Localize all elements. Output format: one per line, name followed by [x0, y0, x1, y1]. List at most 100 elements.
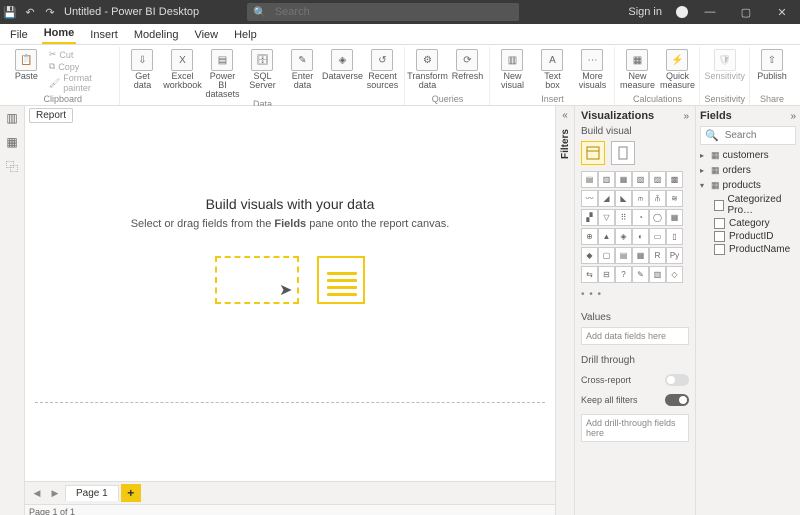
page-tab-1[interactable]: Page 1 [65, 485, 119, 501]
filters-pane-collapsed[interactable]: « Filters [555, 106, 574, 515]
get-data-button[interactable]: ⇩Get data [124, 49, 160, 90]
cross-report-toggle[interactable] [665, 374, 689, 386]
viz-stacked-bar-icon[interactable]: ▤ [581, 171, 598, 188]
tab-view[interactable]: View [192, 27, 220, 44]
powerbi-datasets-button[interactable]: ▤Power BI datasets [204, 49, 240, 99]
data-view-icon[interactable]: ▦ [4, 134, 20, 150]
viz-donut-icon[interactable]: ◯ [649, 209, 666, 226]
viz-more-icon[interactable]: • • • [581, 287, 689, 302]
format-painter-button[interactable]: 🖌Format painter [49, 73, 116, 93]
viz-decomposition-icon[interactable]: ⊟ [598, 266, 615, 283]
viz-qa-icon[interactable]: ? [615, 266, 632, 283]
publish-button[interactable]: ⇧Publish [754, 49, 790, 81]
viz-funnel-icon[interactable]: ▽ [598, 209, 615, 226]
build-visual-tab[interactable] [581, 141, 605, 165]
sql-server-button[interactable]: 🗄SQL Server [244, 49, 280, 90]
global-search-input[interactable] [273, 5, 513, 19]
keep-filters-toggle[interactable] [665, 394, 689, 406]
tab-file[interactable]: File [8, 27, 30, 44]
viz-gauge-icon[interactable]: ◐ [632, 228, 649, 245]
new-visual-button[interactable]: ▥New visual [494, 49, 530, 90]
chevron-right-icon[interactable]: » [790, 111, 796, 122]
table-customers[interactable]: ▸▦customers [700, 149, 796, 162]
tab-insert[interactable]: Insert [88, 27, 120, 44]
viz-scatter-icon[interactable]: ⠿ [615, 209, 632, 226]
viz-waterfall-icon[interactable]: ▞ [581, 209, 598, 226]
checkbox[interactable] [714, 244, 725, 255]
sensitivity-button[interactable]: 🛡Sensitivity [707, 49, 743, 81]
new-measure-button[interactable]: ▦New measure [619, 49, 655, 90]
viz-100-column-icon[interactable]: ▩ [666, 171, 683, 188]
checkbox[interactable] [714, 200, 724, 211]
viz-clustered-bar-icon[interactable]: ▦ [615, 171, 632, 188]
table-products[interactable]: ▾▦products [700, 179, 796, 192]
enter-data-button[interactable]: ✎Enter data [284, 49, 320, 90]
avatar[interactable] [676, 6, 688, 18]
viz-pie-icon[interactable]: ◔ [632, 209, 649, 226]
viz-multi-card-icon[interactable]: ▯ [666, 228, 683, 245]
viz-ribbon-icon[interactable]: ≋ [666, 190, 683, 207]
viz-powerapps-icon[interactable]: ◇ [666, 266, 683, 283]
viz-matrix-icon[interactable]: ▦ [632, 247, 649, 264]
redo-icon[interactable]: ↷ [44, 6, 56, 18]
viz-kpi-icon[interactable]: ◆ [581, 247, 598, 264]
maximize-button[interactable]: ▢ [732, 6, 760, 19]
minimize-button[interactable]: — [696, 6, 724, 18]
text-box-button[interactable]: AText box [534, 49, 570, 90]
viz-key-influencers-icon[interactable]: ⇆ [581, 266, 598, 283]
viz-table-icon[interactable]: ▤ [615, 247, 632, 264]
undo-icon[interactable]: ↶ [24, 6, 36, 18]
viz-line-clustered-icon[interactable]: ⫚ [649, 190, 666, 207]
viz-python-icon[interactable]: Py [666, 247, 683, 264]
viz-stacked-column-icon[interactable]: ▥ [598, 171, 615, 188]
copy-button[interactable]: ⧉Copy [49, 61, 116, 72]
viz-map-icon[interactable]: ⊕ [581, 228, 598, 245]
viz-clustered-column-icon[interactable]: ▧ [632, 171, 649, 188]
global-search[interactable]: 🔍 [247, 3, 519, 21]
format-visual-tab[interactable] [611, 141, 635, 165]
cut-button[interactable]: ✂Cut [49, 49, 116, 60]
viz-slicer-icon[interactable]: ▢ [598, 247, 615, 264]
paste-button[interactable]: 📋Paste [10, 49, 43, 81]
viz-shape-map-icon[interactable]: ◈ [615, 228, 632, 245]
viz-treemap-icon[interactable]: ▦ [666, 209, 683, 226]
checkbox[interactable] [714, 218, 725, 229]
field-productname[interactable]: ProductName [700, 244, 796, 255]
viz-stacked-area-icon[interactable]: ◣ [615, 190, 632, 207]
viz-paginated-icon[interactable]: ▥ [649, 266, 666, 283]
dataverse-button[interactable]: ◈Dataverse [324, 49, 360, 81]
values-drop-area[interactable]: Add data fields here [581, 327, 689, 345]
drill-through-drop-area[interactable]: Add drill-through fields here [581, 414, 689, 442]
report-view-icon[interactable]: ▥ [4, 110, 20, 126]
viz-narrative-icon[interactable]: ✎ [632, 266, 649, 283]
refresh-button[interactable]: ⟳Refresh [449, 49, 485, 81]
close-button[interactable]: ✕ [768, 6, 796, 19]
page-next-button[interactable]: ▶ [47, 488, 63, 499]
excel-workbook-button[interactable]: XExcel workbook [164, 49, 200, 90]
report-canvas[interactable]: Report Build visuals with your data Sele… [25, 106, 555, 481]
fields-search-input[interactable] [723, 129, 791, 142]
viz-line-icon[interactable]: 〰 [581, 190, 598, 207]
table-orders[interactable]: ▸▦orders [700, 164, 796, 177]
model-view-icon[interactable]: ⿻ [4, 158, 20, 174]
viz-r-icon[interactable]: R [649, 247, 666, 264]
fields-search[interactable]: 🔍 [700, 126, 796, 145]
sign-in-link[interactable]: Sign in [628, 6, 662, 18]
checkbox[interactable] [714, 231, 725, 242]
tab-modeling[interactable]: Modeling [132, 27, 181, 44]
field-category[interactable]: Category [700, 218, 796, 229]
viz-100-bar-icon[interactable]: ▨ [649, 171, 666, 188]
quick-measure-button[interactable]: ⚡Quick measure [659, 49, 695, 90]
viz-area-icon[interactable]: ◢ [598, 190, 615, 207]
viz-filled-map-icon[interactable]: ▲ [598, 228, 615, 245]
page-prev-button[interactable]: ◀ [29, 488, 45, 499]
viz-card-icon[interactable]: ▭ [649, 228, 666, 245]
field-productid[interactable]: ProductID [700, 231, 796, 242]
transform-data-button[interactable]: ⚙Transform data [409, 49, 445, 90]
field-categorized-pro[interactable]: Categorized Pro… [700, 194, 796, 216]
chevron-right-icon[interactable]: » [683, 111, 689, 122]
recent-sources-button[interactable]: ↺Recent sources [364, 49, 400, 90]
more-visuals-button[interactable]: ⋯More visuals [574, 49, 610, 90]
viz-line-column-icon[interactable]: ⫙ [632, 190, 649, 207]
tab-home[interactable]: Home [42, 25, 77, 44]
